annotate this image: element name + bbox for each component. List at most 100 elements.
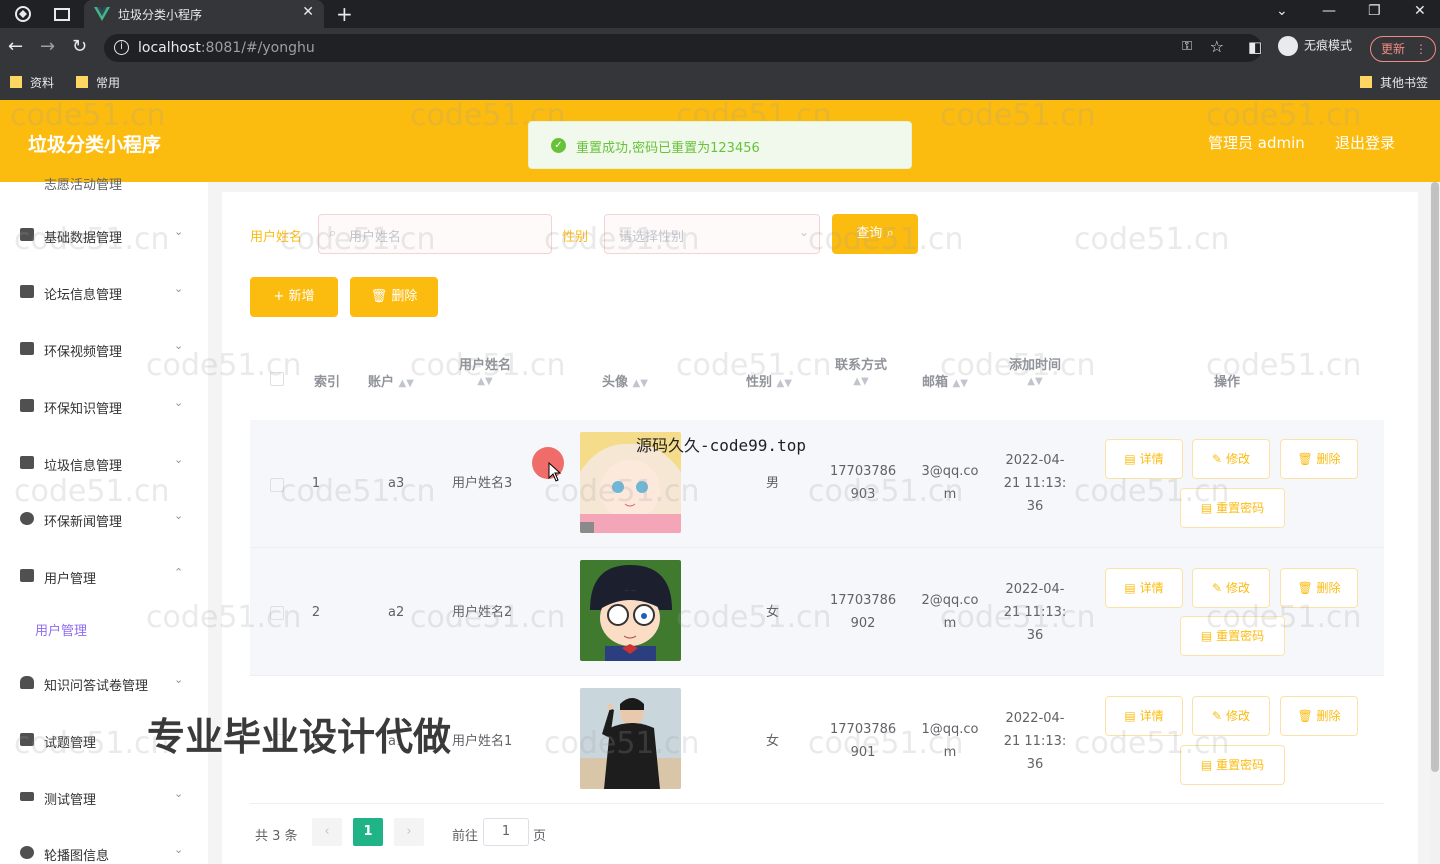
sidebar-item-users[interactable]: 用户管理 ⌃ bbox=[0, 556, 208, 596]
reset-password-button[interactable]: ▤ 重置密码 bbox=[1180, 616, 1285, 656]
minimize-icon[interactable]: — bbox=[1322, 3, 1336, 19]
gender-select[interactable]: 请选择性别 ⌄ bbox=[604, 214, 820, 254]
sidebar-item-carousel[interactable]: 轮播图信息 ⌄ bbox=[0, 833, 208, 864]
window-close-icon[interactable]: ✕ bbox=[1414, 3, 1426, 19]
header-account[interactable]: 账户 ▲▼ bbox=[368, 371, 414, 390]
edit-button[interactable]: ✎ 修改 bbox=[1192, 696, 1270, 736]
bookmark-star-icon[interactable]: ☆ bbox=[1210, 37, 1224, 56]
cell-account: a3 bbox=[388, 476, 405, 491]
bookmark-label: 资料 bbox=[30, 76, 55, 90]
page-scrollbar[interactable] bbox=[1430, 182, 1440, 864]
sidebar-item-garbage[interactable]: 垃圾信息管理 ⌄ bbox=[0, 443, 208, 483]
other-bookmarks[interactable]: 其他书签 bbox=[1360, 74, 1428, 91]
update-button[interactable]: 更新 ⋮ bbox=[1370, 36, 1436, 62]
delete-label: 删除 bbox=[1316, 709, 1341, 723]
sidebar-item-quiz-papers[interactable]: 知识问答试卷管理 ⌄ bbox=[0, 663, 208, 703]
edit-button[interactable]: ✎ 修改 bbox=[1192, 568, 1270, 608]
sidebar-item-label: 论坛信息管理 bbox=[44, 288, 123, 303]
page-number-current[interactable]: 1 bbox=[353, 818, 383, 846]
header-avatar[interactable]: 头像 ▲▼ bbox=[602, 371, 648, 390]
browser-tab[interactable]: 垃圾分类小程序 ✕ bbox=[84, 0, 324, 28]
header-gender[interactable]: 性别 ▲▼ bbox=[746, 371, 792, 390]
sidepanel-icon[interactable]: ◧ bbox=[1248, 38, 1262, 56]
header-phone[interactable]: 联系方式 ▲▼ bbox=[828, 354, 894, 388]
new-tab-icon[interactable]: + bbox=[336, 2, 353, 26]
restore-icon[interactable]: ❐ bbox=[1368, 3, 1381, 19]
cell-email: 1@qq.co m bbox=[918, 718, 982, 764]
name-filter-input[interactable]: ⌕ 用户姓名 bbox=[318, 214, 552, 254]
sidebar-item-label: 基础数据管理 bbox=[44, 231, 123, 246]
cell-index: 2 bbox=[311, 605, 321, 620]
sidebar-item-knowledge[interactable]: 环保知识管理 ⌄ bbox=[0, 386, 208, 426]
detail-button[interactable]: ▤ 详情 bbox=[1105, 568, 1183, 608]
sidebar-item-tests[interactable]: 测试管理 ⌄ bbox=[0, 777, 208, 817]
reset-icon: ▤ bbox=[1200, 501, 1213, 515]
sidebar-subitem-users[interactable]: 用户管理 bbox=[35, 620, 87, 639]
sidebar-item-label: 环保视频管理 bbox=[44, 345, 123, 360]
bookmark-folder[interactable]: 常用 bbox=[76, 74, 120, 91]
delete-button[interactable]: 🗑 删除 bbox=[1280, 439, 1358, 479]
add-button[interactable]: + 新增 bbox=[250, 277, 338, 317]
chevron-down-icon: ⌄ bbox=[174, 453, 184, 466]
cell-email-line1: 2@qq.co bbox=[921, 593, 979, 608]
tab-title: 垃圾分类小程序 bbox=[118, 8, 203, 22]
reset-password-button[interactable]: ▤ 重置密码 bbox=[1180, 488, 1285, 528]
header-name[interactable]: 用户姓名 ▲▼ bbox=[450, 354, 520, 388]
url-path: :8081/#/yonghu bbox=[200, 40, 315, 56]
pin-icon bbox=[20, 846, 34, 859]
next-page-button[interactable]: › bbox=[394, 818, 424, 846]
incognito-indicator[interactable]: 无痕模式 bbox=[1278, 36, 1352, 56]
cell-phone: 17703786 902 bbox=[830, 589, 896, 635]
chevron-down-icon: ⌄ bbox=[798, 225, 809, 239]
prev-page-button[interactable]: ‹ bbox=[312, 818, 342, 846]
edit-button[interactable]: ✎ 修改 bbox=[1192, 439, 1270, 479]
delete-button[interactable]: 🗑 删除 bbox=[1280, 568, 1358, 608]
trash-icon: 🗑 bbox=[1297, 709, 1313, 723]
sidebar-item-video[interactable]: 环保视频管理 ⌄ bbox=[0, 329, 208, 369]
header-email[interactable]: 邮箱 ▲▼ bbox=[922, 371, 968, 390]
detail-button[interactable]: ▤ 详情 bbox=[1105, 696, 1183, 736]
sidebar-item-forum[interactable]: 论坛信息管理 ⌄ bbox=[0, 272, 208, 312]
header-added-time[interactable]: 添加时间 ▲▼ bbox=[1002, 354, 1068, 388]
back-icon[interactable]: ← bbox=[8, 38, 23, 56]
delete-label: 删除 bbox=[1316, 581, 1341, 595]
goto-page-input[interactable]: 1 bbox=[483, 818, 529, 846]
sidebar-item-news[interactable]: 环保新闻管理 ⌄ bbox=[0, 499, 208, 539]
site-info-icon[interactable]: i bbox=[114, 40, 129, 55]
forward-icon[interactable]: → bbox=[40, 38, 55, 56]
reset-icon: ▤ bbox=[1200, 629, 1213, 643]
cell-name: 用户姓名2 bbox=[452, 605, 513, 620]
key-icon[interactable]: ⚿ bbox=[1182, 39, 1192, 54]
tab-list-icon[interactable]: ⌄ bbox=[1276, 3, 1288, 19]
goto-suffix: 页 bbox=[533, 829, 547, 844]
avatar-image[interactable] bbox=[580, 560, 681, 661]
row-checkbox[interactable] bbox=[270, 478, 284, 492]
reset-password-button[interactable]: ▤ 重置密码 bbox=[1180, 745, 1285, 785]
query-button[interactable]: 查询 ⌕ bbox=[832, 214, 918, 254]
tab-close-icon[interactable]: ✕ bbox=[302, 4, 314, 20]
sort-icon: ▲▼ bbox=[776, 378, 792, 389]
row-checkbox[interactable] bbox=[270, 606, 284, 620]
detail-button[interactable]: ▤ 详情 bbox=[1105, 439, 1183, 479]
batch-delete-button[interactable]: 🗑 删除 bbox=[350, 277, 438, 317]
sidebar-item-basic-data[interactable]: 基础数据管理 ⌄ bbox=[0, 215, 208, 255]
scrollbar-thumb[interactable] bbox=[1431, 182, 1439, 772]
select-all-checkbox[interactable] bbox=[270, 372, 284, 386]
sidebar-item-label: 用户管理 bbox=[44, 572, 97, 587]
reset-password-label: 重置密码 bbox=[1216, 758, 1265, 772]
logout-link[interactable]: 退出登录 bbox=[1335, 132, 1395, 153]
url-field[interactable]: i localhost:8081/#/yonghu ⚿ ☆ bbox=[104, 34, 1262, 62]
sort-icon: ▲▼ bbox=[1027, 376, 1043, 387]
sidebar-item-partial[interactable]: 志愿活动管理 bbox=[44, 174, 122, 193]
cell-email-line2: m bbox=[943, 487, 957, 502]
search-icon: ⌕ bbox=[329, 226, 337, 241]
detail-icon: ▤ bbox=[1124, 581, 1136, 595]
browser-menu-icon[interactable] bbox=[14, 5, 32, 23]
header-ops: 操作 bbox=[1214, 375, 1241, 390]
tab-search-icon[interactable] bbox=[53, 5, 71, 23]
monitor-icon bbox=[20, 285, 34, 298]
avatar-image[interactable] bbox=[580, 688, 681, 789]
reload-icon[interactable]: ↻ bbox=[72, 38, 87, 56]
bookmark-folder[interactable]: 资料 bbox=[10, 74, 54, 91]
delete-button[interactable]: 🗑 删除 bbox=[1280, 696, 1358, 736]
